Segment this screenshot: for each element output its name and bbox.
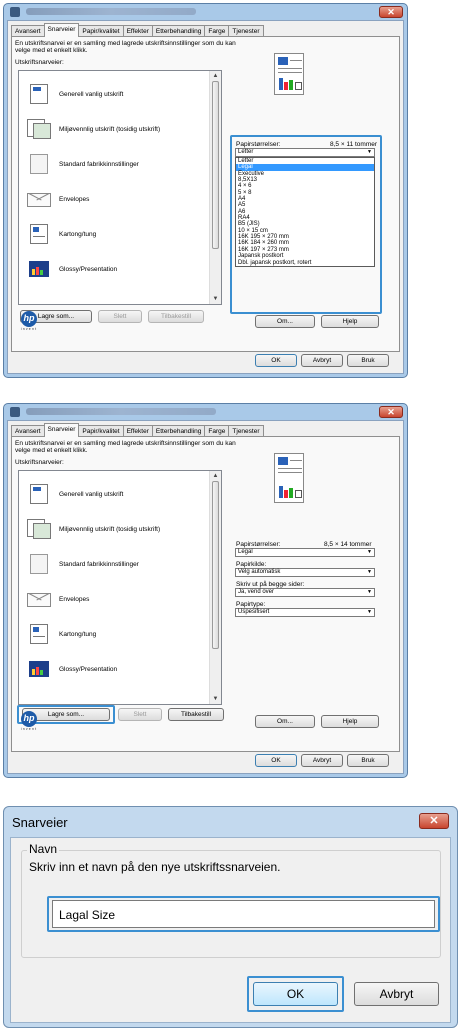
shortcut-item[interactable]: Standard fabrikkinnstillinger (21, 149, 207, 179)
shortcut-name-input[interactable]: Lagal Size (52, 900, 435, 928)
shortcut-item[interactable]: Envelopes (21, 584, 207, 614)
name-prompt: Skriv inn et navn på den nye utskriftssn… (29, 860, 281, 874)
shortcut-item[interactable]: Miljøvennlig utskrift (tosidig utskrift) (21, 514, 207, 544)
shortcuts-list[interactable]: Generell vanlig utskrift Miljøvennlig ut… (18, 70, 222, 305)
window-title (26, 408, 216, 415)
hp-logo: hp invent (20, 711, 38, 731)
chevron-down-icon: ▼ (367, 589, 372, 595)
cardstock-icon (27, 624, 51, 644)
help-button[interactable]: Hjelp (321, 315, 379, 328)
printer-properties-window-2: ✕ Avansert Snarveier Papir/kvalitet Effe… (3, 403, 408, 778)
printer-properties-window-1: ✕ Avansert Snarveier Papir/kvalitet Effe… (3, 3, 408, 378)
description-line-2: velge med et enkelt klikk. (15, 447, 88, 454)
blank-page-icon (27, 554, 51, 574)
printer-icon (10, 407, 20, 417)
title-bar: ✕ (4, 4, 407, 20)
apply-button[interactable]: Bruk (347, 354, 389, 367)
shortcut-item[interactable]: Standard fabrikkinnstillinger (21, 549, 207, 579)
chevron-down-icon: ▼ (367, 549, 372, 555)
cancel-button[interactable]: Avbryt (301, 754, 343, 767)
shortcut-item[interactable]: Generell vanlig utskrift (21, 479, 207, 509)
name-group-label: Navn (27, 842, 60, 856)
paper-type-combo[interactable]: Uspesifisert ▼ (235, 608, 375, 617)
tab-strip: Avansert Snarveier Papir/kvalitet Effekt… (11, 23, 264, 37)
title-bar: ✕ (4, 404, 407, 420)
apply-button[interactable]: Bruk (347, 754, 389, 767)
tab-strip: Avansert Snarveier Papir/kvalitet Effekt… (11, 423, 264, 437)
chevron-down-icon: ▼ (367, 149, 372, 155)
dialog-body: Avansert Snarveier Papir/kvalitet Effekt… (7, 20, 404, 374)
dialog-content: Navn Skriv inn et navn på den nye utskri… (10, 837, 451, 1023)
cancel-button[interactable]: Avbryt (301, 354, 343, 367)
shortcut-item[interactable]: Miljøvennlig utskrift (tosidig utskrift) (21, 114, 207, 144)
dialog-body: Avansert Snarveier Papir/kvalitet Effekt… (7, 420, 404, 774)
chevron-down-icon: ▼ (367, 609, 372, 615)
about-button[interactable]: Om... (255, 715, 315, 728)
cardstock-icon (27, 224, 51, 244)
printer-icon (10, 7, 20, 17)
shortcuts-list[interactable]: Generell vanlig utskrift Miljøvennlig ut… (18, 470, 222, 705)
close-icon[interactable]: ✕ (379, 406, 403, 418)
chevron-down-icon: ▼ (367, 569, 372, 575)
document-icon (27, 84, 51, 104)
delete-button[interactable]: Slett (98, 310, 142, 323)
shortcut-item[interactable]: Generell vanlig utskrift (21, 79, 207, 109)
scroll-thumb[interactable] (212, 81, 219, 249)
shortcut-item[interactable]: Envelopes (21, 184, 207, 214)
dropdown-option[interactable]: Dbl. japansk postkort, rotert (236, 260, 374, 266)
shortcuts-panel: En utskriftsnarvei er en samling med lag… (11, 436, 400, 752)
page-preview-icon (274, 53, 304, 95)
presentation-icon (27, 659, 51, 679)
tab-shortcuts[interactable]: Snarveier (43, 23, 80, 37)
tab-shortcuts[interactable]: Snarveier (43, 423, 80, 437)
shortcuts-scrollbar[interactable]: ▲ ▼ (209, 71, 221, 304)
page-preview-icon (274, 453, 304, 503)
shortcuts-label: Utskriftsnarveier: (15, 59, 64, 66)
dialog-title: Snarveier (12, 815, 68, 830)
reset-button[interactable]: Tilbakestill (168, 708, 224, 721)
presentation-icon (27, 259, 51, 279)
ok-button[interactable]: OK (255, 354, 297, 367)
paper-size-combo[interactable]: Letter ▼ (235, 148, 375, 157)
duplex-document-icon (27, 519, 51, 539)
delete-button[interactable]: Slett (118, 708, 162, 721)
dialog-cancel-button[interactable]: Avbryt (354, 982, 439, 1006)
shortcut-item[interactable]: Kartong/tung (21, 219, 207, 249)
about-button[interactable]: Om... (255, 315, 315, 328)
scroll-thumb[interactable] (212, 481, 219, 649)
window-title (26, 8, 196, 15)
help-button[interactable]: Hjelp (321, 715, 379, 728)
paper-source-combo[interactable]: Velg automatisk ▼ (235, 568, 375, 577)
envelope-icon (27, 189, 51, 209)
blank-page-icon (27, 154, 51, 174)
shortcut-item[interactable]: Glossy/Presentation (21, 254, 207, 284)
shortcuts-label: Utskriftsnarveier: (15, 459, 64, 466)
ok-button[interactable]: OK (255, 754, 297, 767)
document-icon (27, 484, 51, 504)
paper-size-combo[interactable]: Legal ▼ (235, 548, 375, 557)
dialog-ok-button[interactable]: OK (253, 982, 338, 1006)
duplex-document-icon (27, 119, 51, 139)
duplex-combo[interactable]: Ja, vend over ▼ (235, 588, 375, 597)
description-line-2: velge med et enkelt klikk. (15, 47, 88, 54)
paper-size-dropdown[interactable]: Letter Legal Executive 8,5X13 4 × 6 5 × … (235, 157, 375, 267)
reset-button[interactable]: Tilbakestill (148, 310, 204, 323)
close-icon[interactable]: ✕ (379, 6, 403, 18)
shortcut-name-dialog: Snarveier ✕ Navn Skriv inn et navn på de… (3, 806, 458, 1028)
hp-logo: hp invent (20, 311, 38, 331)
close-icon[interactable]: ✕ (419, 813, 449, 829)
shortcuts-panel: En utskriftsnarvei er en samling med lag… (11, 36, 400, 352)
shortcut-item[interactable]: Kartong/tung (21, 619, 207, 649)
shortcuts-scrollbar[interactable]: ▲ ▼ (209, 471, 221, 704)
envelope-icon (27, 589, 51, 609)
shortcut-item[interactable]: Glossy/Presentation (21, 654, 207, 684)
